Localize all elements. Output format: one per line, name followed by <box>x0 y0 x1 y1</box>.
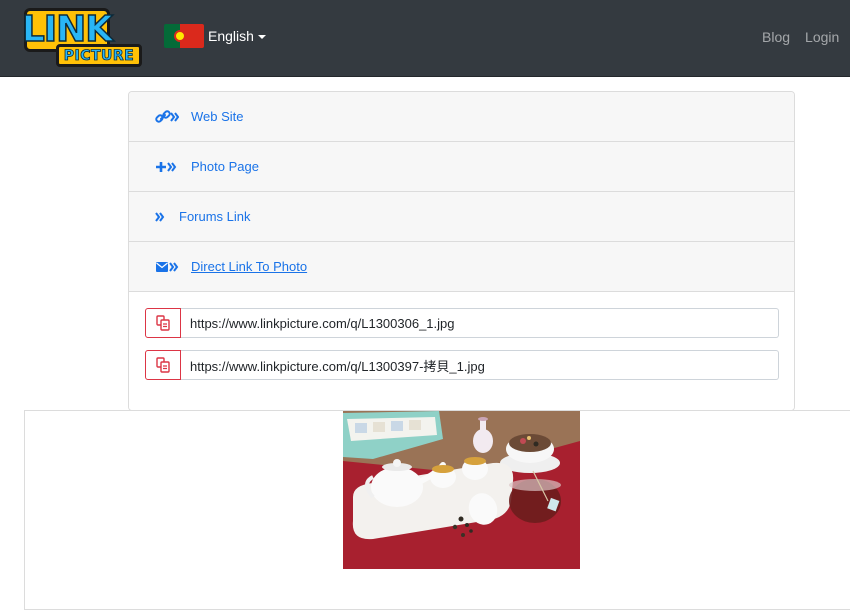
tab-photo-page-label: Photo Page <box>191 159 259 174</box>
copy-button[interactable] <box>145 308 181 338</box>
nav-login-link[interactable]: Login <box>805 29 839 45</box>
tab-direct-link[interactable]: Direct Link To Photo <box>129 242 794 292</box>
envelope-icon <box>155 260 179 274</box>
image-preview-panel <box>24 410 850 610</box>
share-links-accordion: Web Site Photo Page Forums Link Direct L… <box>128 91 795 411</box>
copy-icon <box>156 315 170 331</box>
plus-icon <box>155 160 179 174</box>
site-logo[interactable]: LINK PICTURE <box>21 8 142 68</box>
direct-link-panel <box>129 292 794 410</box>
copy-link-row <box>145 350 779 380</box>
portugal-flag-icon <box>164 24 204 48</box>
caret-down-icon <box>257 35 266 39</box>
direct-link-input[interactable] <box>181 308 779 338</box>
tab-forums-link-label: Forums Link <box>179 209 251 224</box>
tab-direct-link-label: Direct Link To Photo <box>191 259 308 274</box>
direct-link-input[interactable] <box>181 350 779 380</box>
link-icon <box>155 109 179 124</box>
language-label: English <box>208 28 254 44</box>
tab-photo-page[interactable]: Photo Page <box>129 142 794 192</box>
copy-link-row <box>145 308 779 338</box>
logo-bottom: PICTURE <box>56 44 142 67</box>
double-chevron-icon <box>155 210 165 224</box>
language-dropdown[interactable]: English <box>164 24 266 48</box>
nav-blog-link[interactable]: Blog <box>762 29 790 45</box>
tab-web-site-label: Web Site <box>191 109 244 124</box>
nav-links: Blog Login R <box>762 29 850 45</box>
top-navbar: LINK PICTURE English Blog Login R <box>0 0 850 77</box>
copy-button[interactable] <box>145 350 181 380</box>
uploaded-photo[interactable] <box>343 411 580 569</box>
tab-web-site[interactable]: Web Site <box>129 92 794 142</box>
tab-forums-link[interactable]: Forums Link <box>129 192 794 242</box>
copy-icon <box>156 357 170 373</box>
